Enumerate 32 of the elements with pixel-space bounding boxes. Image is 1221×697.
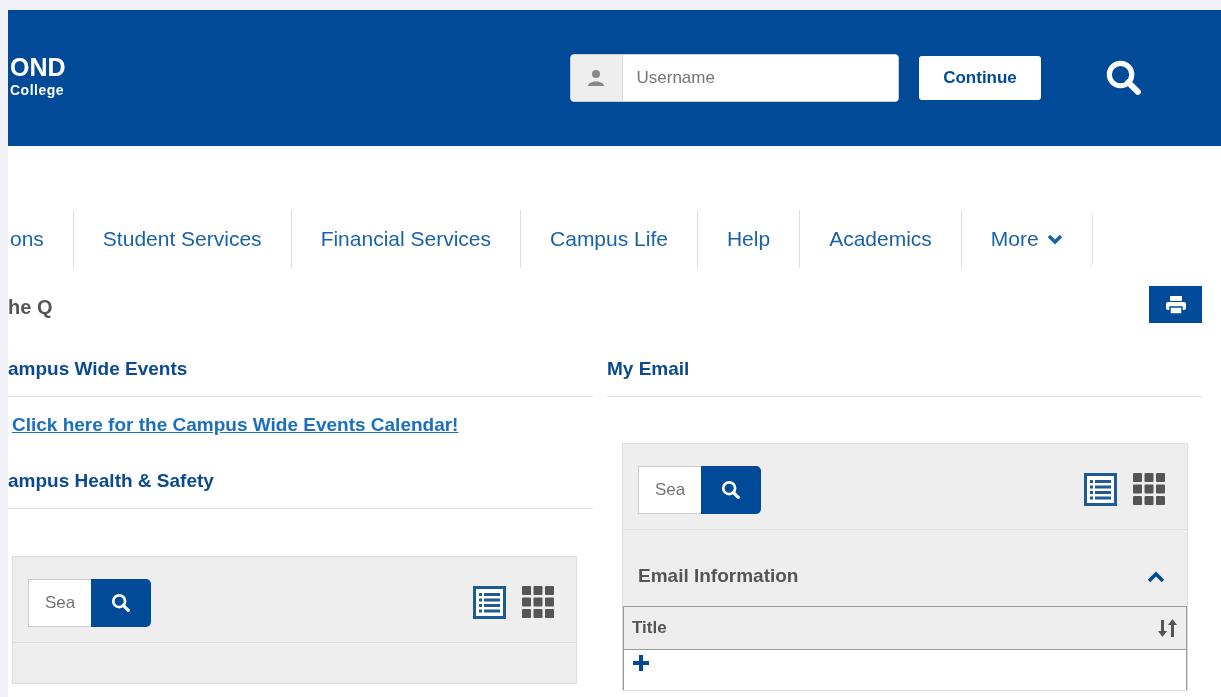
chevron-down-icon — [1046, 233, 1063, 245]
search-icon — [111, 592, 131, 613]
section-title: ampus Wide Events — [8, 355, 593, 397]
more-dropdown[interactable]: More — [960, 210, 1092, 268]
section-title: My Email — [607, 355, 1202, 397]
list-view-icon[interactable] — [473, 586, 506, 619]
sort-icon[interactable] — [1158, 617, 1178, 638]
nav-link[interactable]: Help — [696, 210, 800, 268]
nav-link[interactable]: ons — [8, 210, 73, 268]
search-icon[interactable] — [1105, 59, 1143, 97]
printer-icon — [1164, 294, 1187, 315]
user-icon — [587, 69, 606, 87]
print-button[interactable] — [1149, 286, 1202, 323]
chevron-up-icon[interactable] — [1147, 570, 1165, 583]
page-title: he Q — [8, 295, 53, 320]
grid-view-icon[interactable] — [522, 586, 554, 618]
nav-link[interactable]: Student Services — [72, 210, 291, 268]
section-title: ampus Health & Safety — [8, 467, 593, 509]
table-header[interactable]: Title — [623, 605, 1187, 650]
continue-button[interactable]: Continue — [919, 56, 1041, 100]
group-title: Email Information — [638, 564, 799, 589]
plus-icon[interactable] — [632, 653, 650, 672]
list-view-icon[interactable] — [1084, 473, 1117, 506]
nav-link[interactable]: Campus Life — [520, 210, 697, 268]
nav-link[interactable]: Academics — [799, 210, 961, 268]
username-field[interactable]: Username — [570, 54, 899, 102]
calendar-link[interactable]: Click here for the Campus Wide Events Calendar! — [12, 410, 593, 439]
grid-view-icon[interactable] — [1133, 473, 1165, 505]
nav-link[interactable]: Financial Services — [290, 210, 521, 268]
search-icon — [721, 479, 741, 500]
logo-text: OND — [10, 55, 66, 80]
logo-text: College — [10, 81, 66, 100]
